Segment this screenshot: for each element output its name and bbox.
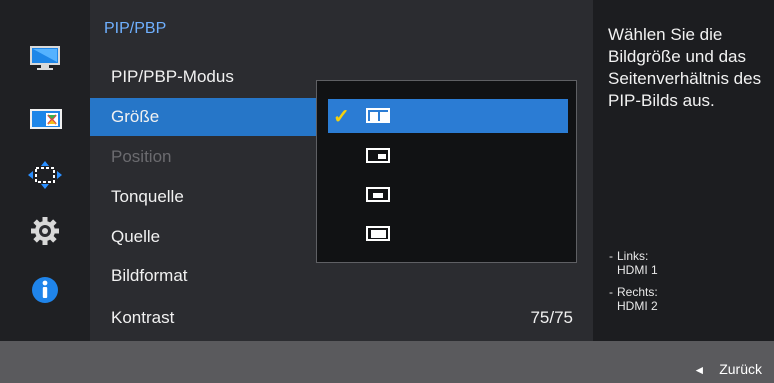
footer-bar [0,341,774,383]
size-option-medium[interactable] [328,178,568,212]
left-source-info: - Links: HDMI 1 [609,249,658,277]
info-icon[interactable] [25,275,65,305]
move-arrows-svg [28,161,62,189]
menu-item-label: Quelle [111,227,161,246]
left-value: HDMI 1 [617,263,658,277]
split-screen-size-icon [366,108,390,123]
medium-window-size-icon [366,187,390,202]
menu-item-label: PIP/PBP-Modus [111,67,234,86]
right-label: Rechts: [617,285,658,299]
size-options-dropdown: ✓ [316,80,577,263]
checkmark-icon: ✓ [333,106,350,128]
contrast-value: 75/75 [530,308,573,327]
move-arrows-icon[interactable] [25,160,65,190]
menu-item-label: Position [111,147,172,166]
monitor-osd-screen: { "menu": { "title": "PIP/PBP", "items":… [0,0,774,383]
pip-icon-svg [30,109,62,129]
right-source-info: - Rechts: HDMI 2 [609,285,658,313]
gear-svg [31,217,59,245]
back-label: Zurück [719,361,762,377]
size-option-large[interactable] [328,217,568,251]
info-svg [32,277,58,303]
large-window-size-icon [366,226,390,241]
menu-title: PIP/PBP [104,20,167,37]
monitor-icon-svg [30,46,60,70]
help-description: Wählen Sie die Bildgröße und das Seitenv… [608,25,762,110]
monitor-icon[interactable] [25,43,65,73]
menu-item-label: Größe [111,107,160,126]
left-label: Links: [617,249,649,263]
back-button[interactable]: ◄ Zurück [693,361,762,377]
menu-item-size[interactable]: Größe [90,98,320,136]
picture-in-picture-icon[interactable] [25,105,65,135]
gear-icon[interactable] [25,216,65,246]
size-option-split[interactable]: ✓ [328,99,568,133]
small-window-size-icon [366,148,390,163]
menu-item-label: Bildformat [111,266,188,285]
menu-item-contrast[interactable]: Kontrast 75/75 [90,299,593,337]
menu-item-label: Kontrast [111,308,175,327]
back-arrow-icon: ◄ [693,363,706,377]
menu-item-label: Tonquelle [111,187,184,206]
right-value: HDMI 2 [617,299,658,313]
size-option-small[interactable] [328,139,568,173]
